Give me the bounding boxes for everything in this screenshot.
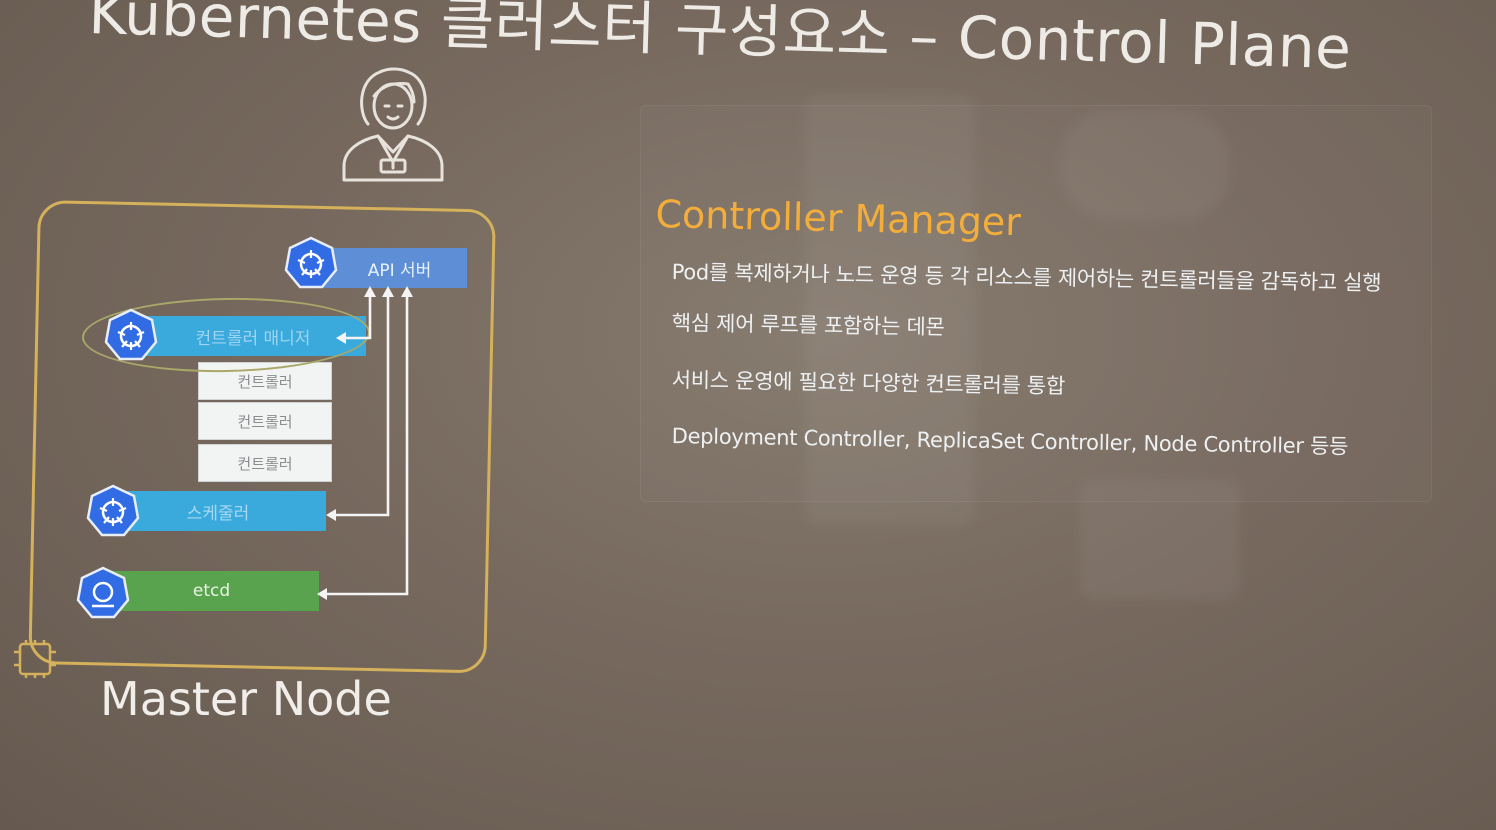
k8s-logo-icon bbox=[86, 484, 140, 537]
etcd-label: etcd bbox=[192, 581, 231, 601]
scheduler-box: 스케줄러 bbox=[110, 491, 326, 531]
controller-label: 컨트롤러 bbox=[237, 372, 293, 391]
k8s-logo-icon bbox=[76, 566, 130, 619]
master-node-label: Master Node bbox=[100, 672, 392, 726]
user-icon bbox=[342, 67, 444, 182]
description-line: 핵심 제어 루프를 포함하는 데몬 bbox=[671, 310, 945, 340]
controller-box: 컨트롤러 bbox=[198, 444, 332, 482]
etcd-box: etcd bbox=[104, 571, 319, 611]
scheduler-label: 스케줄러 bbox=[186, 503, 250, 524]
section-heading: Controller Manager bbox=[655, 192, 1022, 245]
description-line: 서비스 운영에 필요한 다양한 컨트롤러를 통합 bbox=[671, 367, 1066, 399]
chip-icon bbox=[14, 640, 56, 678]
k8s-logo-icon bbox=[104, 308, 158, 361]
slide-title: Kubernetes 클러스터 구성요소 – Control Plane bbox=[87, 0, 1353, 83]
background-shape bbox=[1080, 480, 1240, 600]
slide: Kubernetes 클러스터 구성요소 – Control Plane Mas… bbox=[0, 0, 1496, 830]
controller-label: 컨트롤러 bbox=[237, 454, 293, 473]
api-server-label: API 서버 bbox=[367, 260, 432, 281]
k8s-logo-icon bbox=[284, 236, 338, 289]
controller-box: 컨트롤러 bbox=[198, 402, 332, 440]
background-shape bbox=[1060, 110, 1230, 220]
controller-label: 컨트롤러 bbox=[237, 412, 293, 431]
